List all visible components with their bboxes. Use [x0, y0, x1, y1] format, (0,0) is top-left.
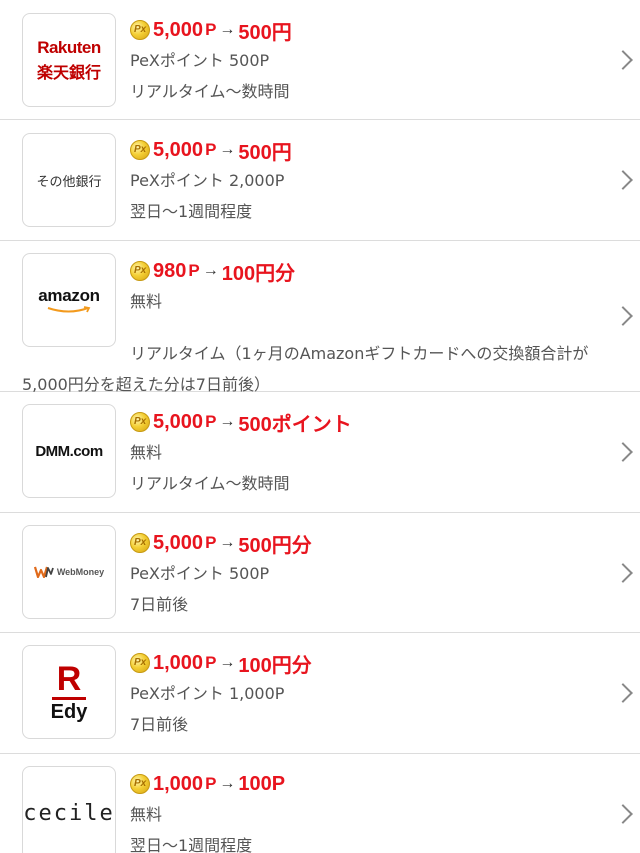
exchange-fee: 無料: [130, 805, 163, 824]
points-unit: P: [205, 140, 217, 159]
amazon-smile-icon: [47, 306, 91, 313]
exchange-rate: 5,000P → 500円: [130, 15, 606, 45]
exchange-rate: 980P → 100円分: [130, 256, 606, 286]
exchange-fee: PeXポイント 1,000P: [130, 684, 285, 703]
amazon-logo: amazon: [22, 253, 116, 347]
edy-wordmark: Edy: [50, 701, 88, 723]
list-item-webmoney[interactable]: WebMoney 5,000P → 500円分 PeXポイント 500P 7日前…: [0, 513, 640, 633]
rakuten-r-mark: R: [56, 660, 82, 698]
pex-coin-icon: [130, 412, 150, 432]
exchange-timing: リアルタイム～数時間: [130, 474, 290, 493]
arrow-icon: →: [219, 654, 236, 671]
exchange-rate: 1,000P → 100円分: [130, 648, 606, 678]
exchange-fee: PeXポイント 2,000P: [130, 171, 285, 190]
chevron-right-icon: [613, 170, 633, 190]
exchange-rate: 5,000P → 500円: [130, 135, 606, 165]
other-banks-logo: その他銀行: [22, 133, 116, 227]
webmoney-mark-icon: [33, 566, 54, 578]
pex-coin-icon: [130, 20, 150, 40]
rakuten-logo-wordmark: Rakuten: [37, 37, 101, 57]
pex-coin-icon: [130, 774, 150, 794]
chevron-right-icon: [613, 50, 633, 70]
arrow-icon: →: [219, 534, 236, 551]
reward-amount: 500ポイント: [238, 413, 352, 436]
exchange-fee: 無料: [130, 443, 163, 462]
list-item-other-banks[interactable]: その他銀行 5,000P → 500円 PeXポイント 2,000P 翌日～1週…: [0, 120, 640, 241]
points-unit: P: [205, 653, 217, 672]
reward-amount: 500円: [238, 141, 292, 164]
points-unit: P: [205, 20, 217, 39]
pex-coin-icon: [130, 261, 150, 281]
points-unit: P: [205, 774, 217, 793]
pex-coin-icon: [130, 653, 150, 673]
points-required: 5,000: [153, 18, 204, 41]
exchange-timing: 翌日～1週間程度: [130, 836, 253, 853]
dmm-logo: DMM.com: [22, 404, 116, 498]
dmm-logo-wordmark: DMM.com: [35, 442, 103, 460]
exchange-timing: リアルタイム（1ヶ月のAmazonギフトカードへの交換額合計が 5,000円分を…: [22, 338, 622, 400]
arrow-icon: →: [219, 21, 236, 38]
pex-coin-icon: [130, 533, 150, 553]
points-required: 980: [153, 259, 187, 282]
points-required: 5,000: [153, 410, 204, 433]
exchange-timing: 7日前後: [130, 595, 189, 614]
chevron-right-icon: [613, 804, 633, 824]
chevron-right-icon: [613, 306, 633, 326]
exchange-timing: 翌日～1週間程度: [130, 202, 253, 221]
points-required: 1,000: [153, 651, 204, 674]
points-unit: P: [205, 412, 217, 431]
webmoney-logo: WebMoney: [22, 525, 116, 619]
reward-amount: 500円分: [238, 534, 312, 557]
points-required: 5,000: [153, 138, 204, 161]
chevron-right-icon: [613, 442, 633, 462]
points-unit: P: [188, 261, 200, 280]
reward-amount: 100円分: [238, 654, 312, 677]
list-item-rakuten-edy[interactable]: R Edy 1,000P → 100円分 PeXポイント 1,000P 7日前後: [0, 633, 640, 754]
rakuten-bank-logo: Rakuten 楽天銀行: [22, 13, 116, 107]
timing-line-1: リアルタイム（1ヶ月のAmazonギフトカードへの交換額合計が: [130, 344, 589, 363]
arrow-icon: →: [219, 413, 236, 430]
chevron-right-icon: [613, 563, 633, 583]
cecile-logo-wordmark: cecile: [23, 800, 115, 826]
arrow-icon: →: [219, 775, 236, 792]
pex-coin-icon: [130, 140, 150, 160]
points-unit: P: [205, 533, 217, 552]
rakuten-logo-bank: 楽天銀行: [36, 64, 101, 82]
list-item-cecile[interactable]: cecile 1,000P → 100P 無料 翌日～1週間程度: [0, 754, 640, 853]
exchange-fee: PeXポイント 500P: [130, 51, 270, 70]
list-item-amazon[interactable]: amazon 980P → 100円分 無料 リアルタイム（1ヶ月のAmazon…: [0, 241, 640, 394]
points-required: 1,000: [153, 772, 204, 795]
amazon-logo-wordmark: amazon: [38, 286, 100, 305]
exchange-timing: リアルタイム～数時間: [130, 82, 290, 101]
arrow-icon: →: [202, 262, 219, 279]
exchange-timing: 7日前後: [130, 715, 189, 734]
chevron-right-icon: [613, 683, 633, 703]
reward-amount: 100P: [238, 772, 286, 795]
reward-amount: 500円: [238, 21, 292, 44]
exchange-rate: 1,000P → 100P: [130, 769, 606, 799]
rakuten-edy-logo: R Edy: [22, 645, 116, 739]
other-banks-logo-text: その他銀行: [36, 173, 102, 189]
reward-amount: 100円分: [221, 262, 296, 285]
exchange-fee: PeXポイント 500P: [130, 564, 270, 583]
list-item-dmm[interactable]: DMM.com 5,000P → 500ポイント 無料 リアルタイム～数時間: [0, 392, 640, 513]
webmoney-logo-wordmark: WebMoney: [56, 567, 105, 577]
cecile-logo: cecile: [22, 766, 116, 853]
exchange-fee: 無料: [130, 292, 163, 311]
arrow-icon: →: [219, 141, 236, 158]
exchange-rate: 5,000P → 500ポイント: [130, 407, 606, 437]
points-required: 5,000: [153, 531, 204, 554]
list-item-rakuten-bank[interactable]: Rakuten 楽天銀行 5,000P → 500円 PeXポイント 500P …: [0, 0, 640, 120]
exchange-rate: 5,000P → 500円分: [130, 528, 606, 558]
